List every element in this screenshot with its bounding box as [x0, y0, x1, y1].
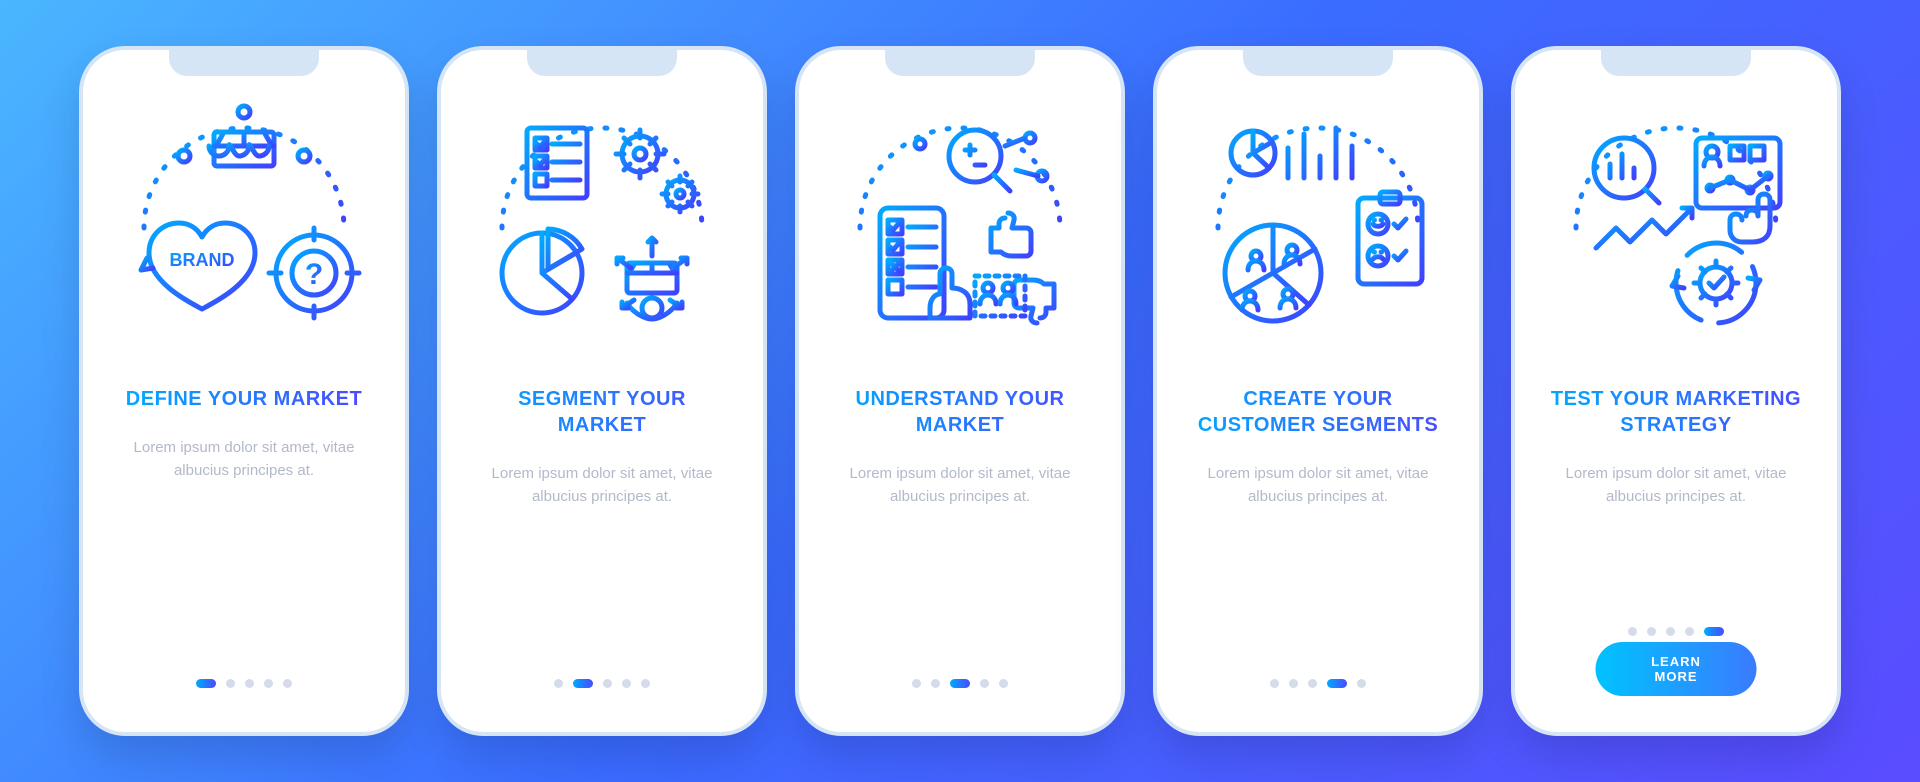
pagination-dots	[1628, 627, 1724, 636]
dot[interactable]	[603, 679, 612, 688]
pagination-dots	[554, 679, 650, 688]
dot[interactable]	[226, 679, 235, 688]
screen-desc: Lorem ipsum dolor sit amet, vitae albuci…	[119, 436, 369, 483]
segment-icon	[472, 98, 732, 358]
screen-title: UNDERSTAND YOUR MARKET	[830, 386, 1090, 438]
dot[interactable]	[1685, 627, 1694, 636]
dot[interactable]	[1666, 627, 1675, 636]
onboarding-row: BRAND ? DEFINE YOUR MARKET Lorem ipsum d…	[79, 46, 1841, 736]
dot[interactable]	[1647, 627, 1656, 636]
dot[interactable]	[1704, 627, 1724, 636]
dot[interactable]	[622, 679, 631, 688]
phone-mockup-1: BRAND ? DEFINE YOUR MARKET Lorem ipsum d…	[79, 46, 409, 736]
screen-title: CREATE YOUR CUSTOMER SEGMENTS	[1188, 386, 1448, 438]
phone-mockup-5: TEST YOUR MARKETING STRATEGY Lorem ipsum…	[1511, 46, 1841, 736]
pagination-dots	[912, 679, 1008, 688]
screen-desc: Lorem ipsum dolor sit amet, vitae albuci…	[1551, 462, 1801, 509]
phone-notch	[885, 50, 1035, 76]
svg-text:?: ?	[305, 258, 323, 291]
phone-notch	[1243, 50, 1393, 76]
screen-desc: Lorem ipsum dolor sit amet, vitae albuci…	[835, 462, 1085, 509]
screen-title: TEST YOUR MARKETING STRATEGY	[1546, 386, 1806, 438]
pagination-dots	[196, 679, 292, 688]
dot[interactable]	[196, 679, 216, 688]
test-icon	[1546, 98, 1806, 358]
phone-notch	[1601, 50, 1751, 76]
screen-title: SEGMENT YOUR MARKET	[472, 386, 732, 438]
dot[interactable]	[245, 679, 254, 688]
screen-desc: Lorem ipsum dolor sit amet, vitae albuci…	[477, 462, 727, 509]
screen-title: DEFINE YOUR MARKET	[126, 386, 362, 412]
phone-notch	[169, 50, 319, 76]
understand-icon	[830, 98, 1090, 358]
pagination-dots	[1270, 679, 1366, 688]
dot[interactable]	[1289, 679, 1298, 688]
screen-desc: Lorem ipsum dolor sit amet, vitae albuci…	[1193, 462, 1443, 509]
dot[interactable]	[264, 679, 273, 688]
dot[interactable]	[950, 679, 970, 688]
dot[interactable]	[1308, 679, 1317, 688]
dot[interactable]	[1628, 627, 1637, 636]
dot[interactable]	[1357, 679, 1366, 688]
phone-mockup-3: UNDERSTAND YOUR MARKET Lorem ipsum dolor…	[795, 46, 1125, 736]
phone-mockup-2: SEGMENT YOUR MARKET Lorem ipsum dolor si…	[437, 46, 767, 736]
phone-mockup-4: CREATE YOUR CUSTOMER SEGMENTS Lorem ipsu…	[1153, 46, 1483, 736]
dot[interactable]	[980, 679, 989, 688]
dot[interactable]	[912, 679, 921, 688]
learn-more-button[interactable]: LEARN MORE	[1596, 642, 1757, 696]
create-icon	[1188, 98, 1448, 358]
dot[interactable]	[1327, 679, 1347, 688]
dot[interactable]	[1270, 679, 1279, 688]
dot[interactable]	[554, 679, 563, 688]
dot[interactable]	[283, 679, 292, 688]
dot[interactable]	[931, 679, 940, 688]
dot[interactable]	[641, 679, 650, 688]
dot[interactable]	[999, 679, 1008, 688]
define-icon: BRAND ?	[114, 98, 374, 358]
svg-text:BRAND: BRAND	[170, 250, 235, 270]
phone-notch	[527, 50, 677, 76]
dot[interactable]	[573, 679, 593, 688]
